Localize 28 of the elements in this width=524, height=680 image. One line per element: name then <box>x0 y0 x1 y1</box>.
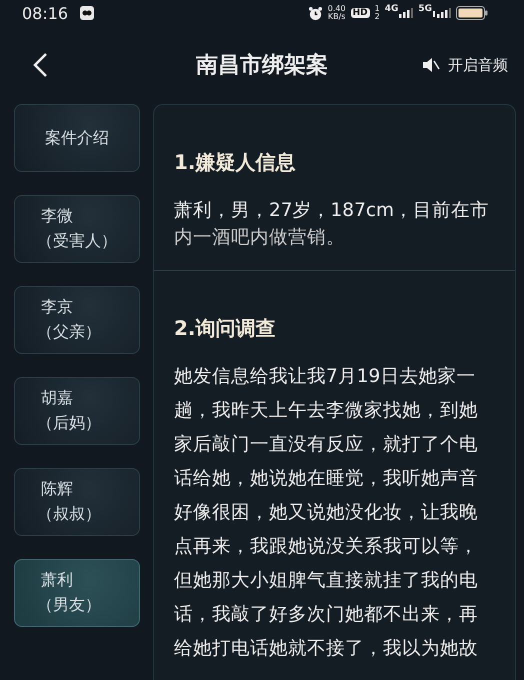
alarm-icon <box>308 6 323 20</box>
paragraph: 她发信息给我让我7月19日去她家一趟，我昨天上午去李微家找她，到她家后敲门一直没有反应，就打了个电话给她，她说她在睡觉，我听她声音好像很困，她又说她没化妆，让我晚点再来，我跟她说没关系我可以等，但她那大小姐脾气直接就挂了我的电话，我敲了好多次门她都不出来，再给她打电话她就不接了，我以为她故 <box>174 365 479 661</box>
status-time: 08:16 <box>22 4 68 22</box>
sim-number: 1 <box>374 5 380 13</box>
sidebar-tab[interactable]: 胡嘉 （后妈） <box>14 377 140 445</box>
sidebar-tab[interactable]: 李微 （受害人） <box>14 195 140 263</box>
sidebar-tab[interactable]: 案件介绍 <box>14 104 140 172</box>
app-notification-icon <box>79 5 96 21</box>
network-type: 4G <box>384 4 398 14</box>
paragraph: 萧利，男，27岁，187cm，目前在市 <box>174 199 490 223</box>
section-heading: 1.嫌疑人信息 <box>174 149 297 176</box>
speed-unit: KB/s <box>328 13 346 21</box>
battery-icon <box>456 6 488 20</box>
sidebar-tab[interactable]: 萧利 （男友） <box>14 559 140 627</box>
back-icon[interactable] <box>32 52 48 78</box>
sidebar-tab[interactable]: 李京 （父亲） <box>14 286 140 354</box>
signal-icon <box>399 8 414 18</box>
audio-toggle-label[interactable]: 开启音频 <box>448 56 508 74</box>
page-title: 南昌市绑架案 <box>196 52 328 80</box>
sidebar-tab[interactable]: 陈辉 （叔叔） <box>14 468 140 536</box>
network-type: 5G <box>418 4 432 14</box>
hd-badge: HD <box>350 8 370 18</box>
speaker-muted-icon[interactable] <box>422 57 440 73</box>
paragraph: 内一酒吧内做营销。 <box>174 228 346 248</box>
sim-number: 2 <box>374 13 380 21</box>
signal-icon <box>433 8 451 18</box>
network-speed: 0.40 <box>328 5 346 13</box>
section-heading: 2.询问调查 <box>174 315 277 342</box>
